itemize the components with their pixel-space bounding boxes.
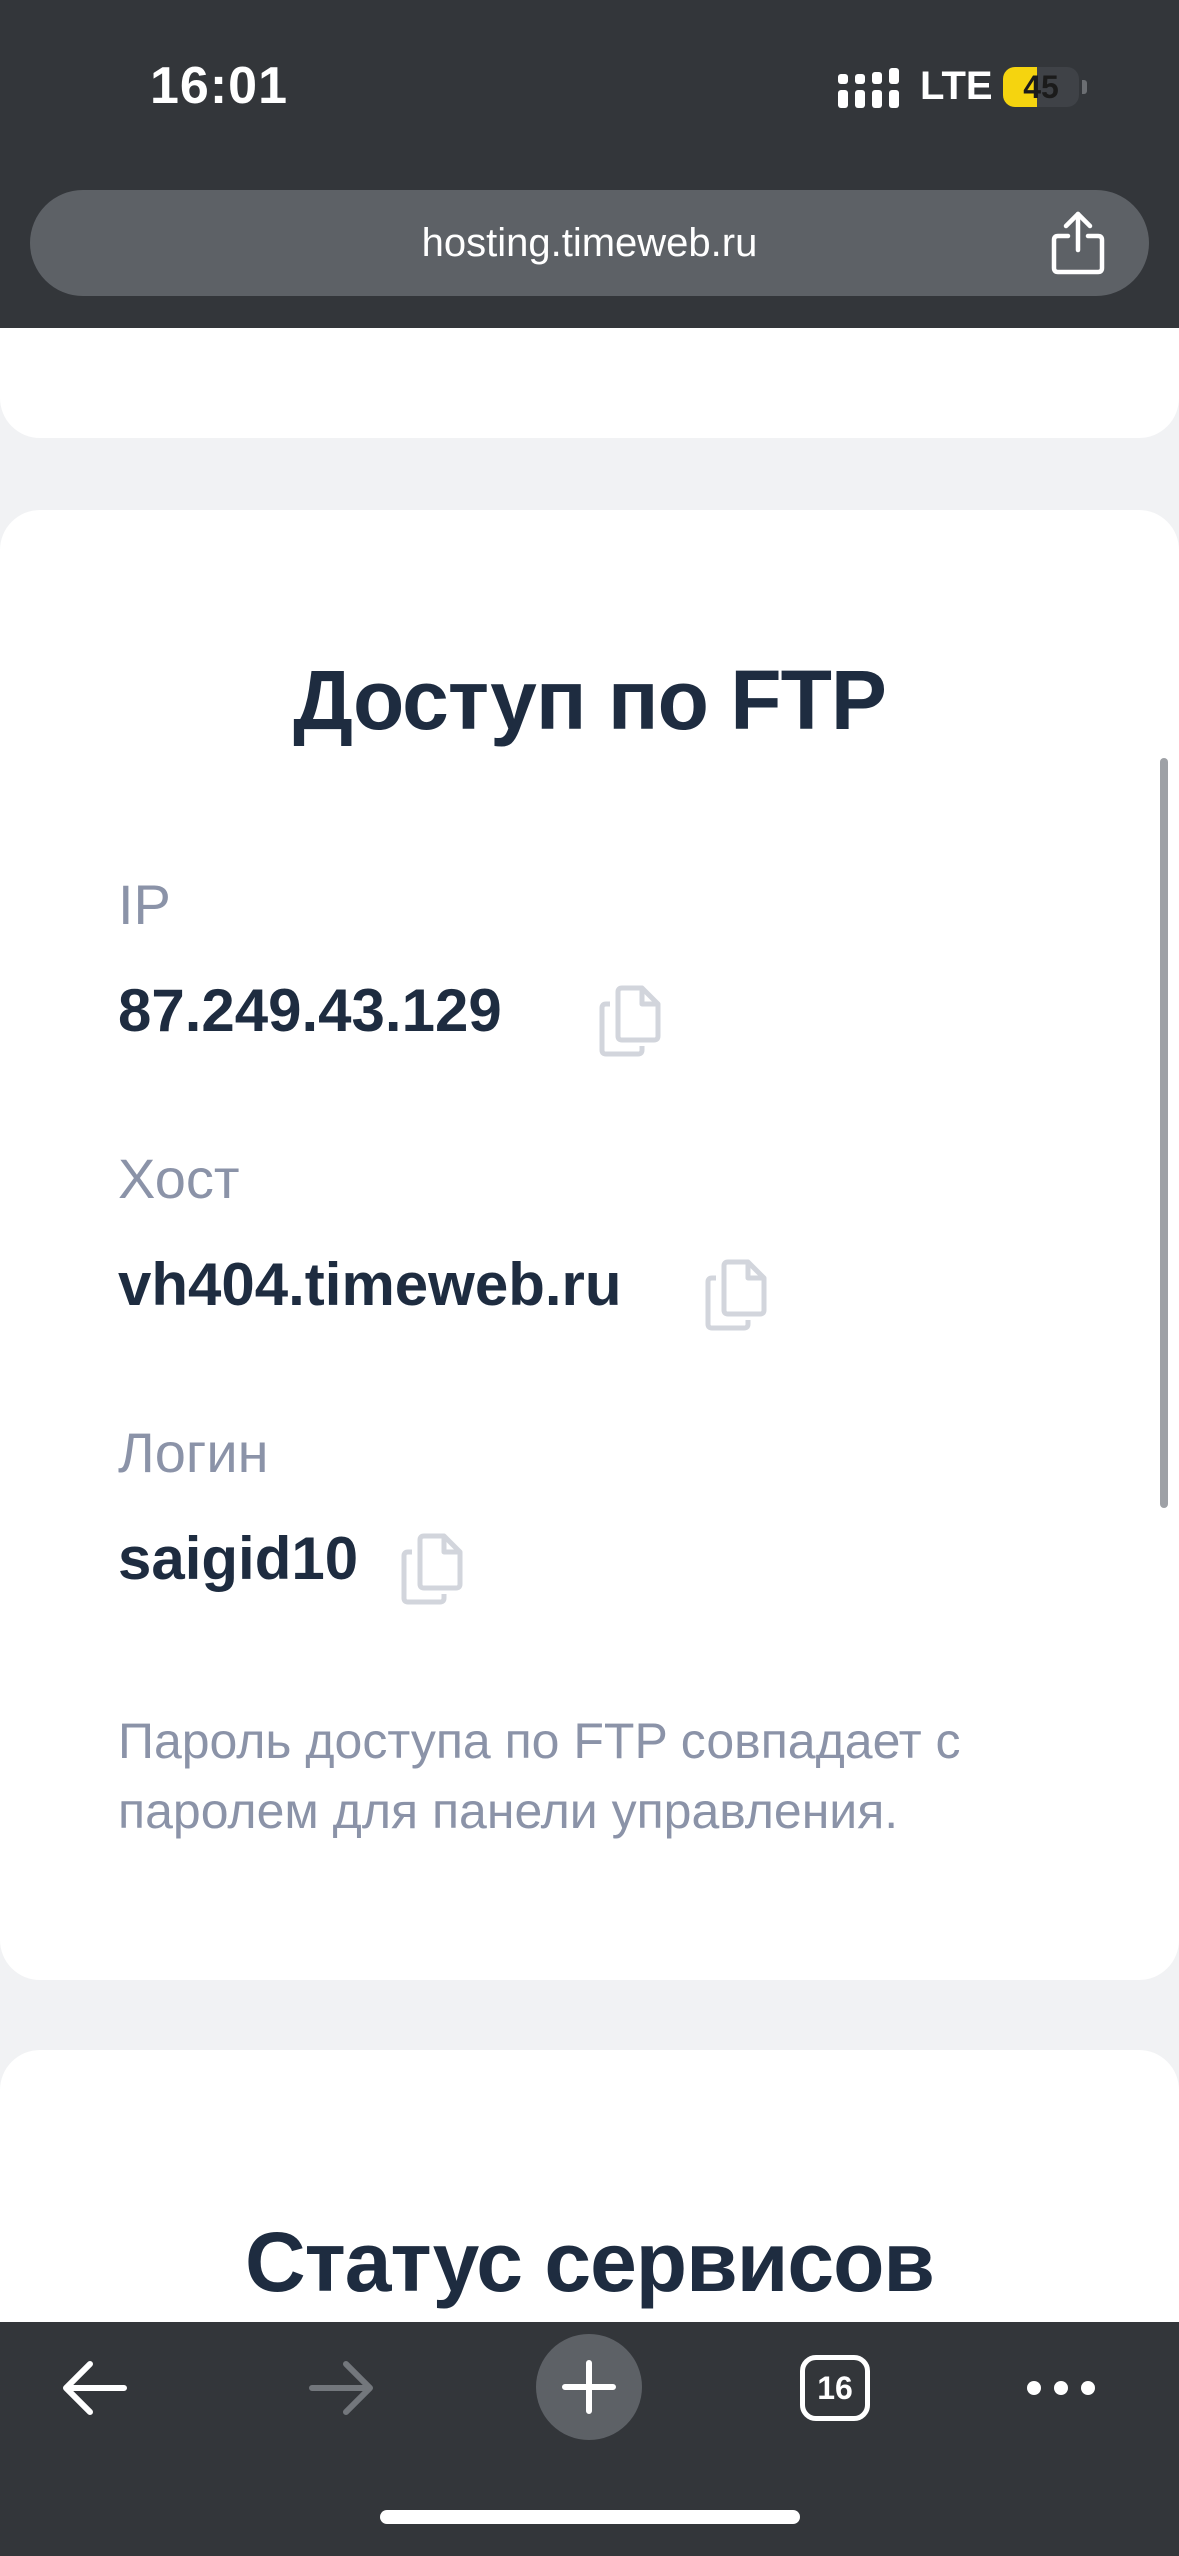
copy-icon[interactable]	[702, 1258, 772, 1332]
services-status-title: Статус сервисов	[244, 2215, 935, 2309]
ftp-access-card: Доступ по FTP IP 87.249.43.129 Хост vh40…	[0, 510, 1179, 1980]
ftp-card-title: Доступ по FTP	[293, 653, 887, 747]
login-value: saigid10	[118, 1525, 359, 1592]
address-bar[interactable]: hosting.timeweb.ru	[30, 190, 1149, 296]
home-indicator[interactable]	[380, 2510, 800, 2524]
page-content[interactable]: Доступ по FTP IP 87.249.43.129 Хост vh40…	[0, 328, 1179, 2328]
status-time: 16:01	[150, 57, 288, 115]
arrow-right-icon[interactable]	[306, 2358, 378, 2418]
login-label: Логин	[118, 1421, 269, 1484]
share-icon[interactable]	[1048, 210, 1108, 276]
ftp-password-note: Пароль доступа по FTP совпадает с пароле…	[118, 1713, 961, 1839]
ip-label: IP	[118, 873, 171, 936]
services-status-card: Статус сервисов	[0, 2050, 1179, 2328]
more-dots-icon[interactable]	[1024, 2376, 1098, 2400]
battery-level: 45	[1023, 69, 1059, 105]
signal-icon	[838, 68, 899, 108]
host-label: Хост	[118, 1147, 240, 1210]
tab-count: 16	[817, 2370, 853, 2406]
url-text[interactable]: hosting.timeweb.ru	[30, 190, 1149, 296]
battery-icon: 45	[1003, 67, 1079, 107]
host-value: vh404.timeweb.ru	[118, 1251, 622, 1318]
status-bar: 16:01 LTE 45	[0, 0, 1179, 175]
new-tab-button[interactable]	[536, 2334, 642, 2440]
previous-card-bottom	[0, 328, 1179, 438]
arrow-left-icon[interactable]	[58, 2358, 130, 2418]
network-type: LTE	[920, 64, 993, 108]
copy-icon[interactable]	[398, 1532, 468, 1606]
ip-value: 87.249.43.129	[118, 977, 502, 1044]
plus-icon	[562, 2360, 616, 2414]
copy-icon[interactable]	[596, 984, 666, 1058]
browser-top-chrome: 16:01 LTE 45 hosting.timeweb.ru	[0, 0, 1179, 328]
battery-nub	[1082, 80, 1087, 94]
tabs-button[interactable]: 16	[800, 2355, 870, 2421]
scrollbar[interactable]	[1160, 758, 1168, 1508]
